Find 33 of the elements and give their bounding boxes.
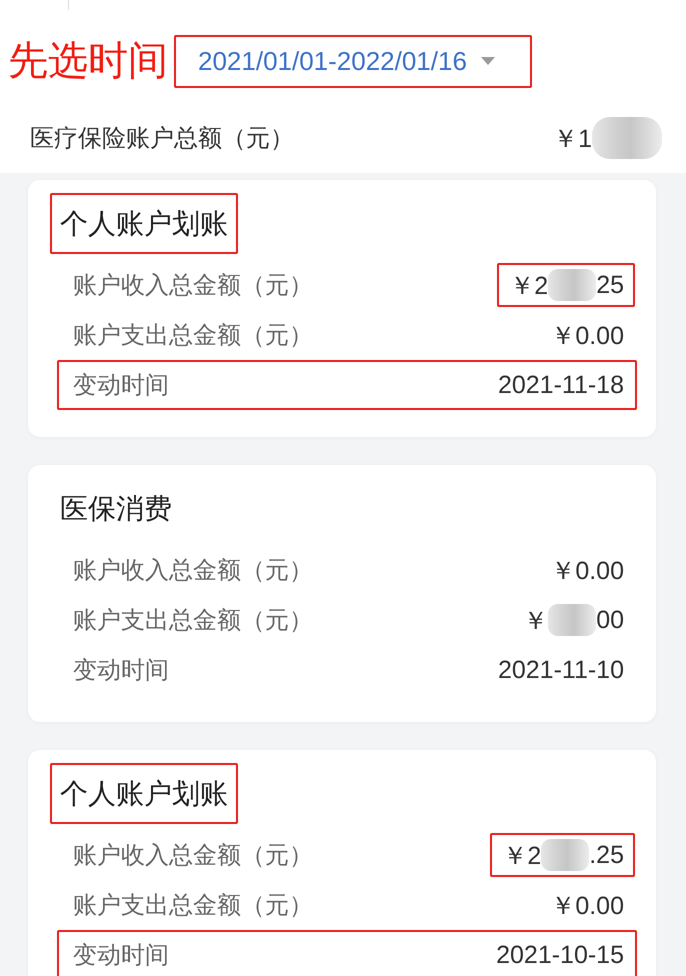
value-text: ￥0.00: [550, 890, 624, 922]
redaction-blur: [548, 604, 596, 636]
card-title: 个人账户划账: [60, 206, 228, 240]
value-text: 00: [596, 606, 624, 634]
balance-label: 医疗保险账户总额（元）: [30, 124, 294, 154]
value-text: .25: [589, 840, 624, 870]
row-label: 账户收入总金额（元）: [73, 841, 313, 871]
value-text: ￥0.00: [550, 556, 624, 586]
caret-icon: [480, 57, 495, 65]
redaction-blur: [548, 269, 596, 301]
row-label: 变动时间: [73, 656, 169, 686]
value-text: ￥2: [509, 270, 548, 302]
row-label: 账户支出总金额（元）: [73, 606, 313, 636]
card-title: 个人账户划账: [60, 776, 228, 810]
row-label: 账户收入总金额（元）: [73, 556, 313, 586]
value-text: 25: [596, 270, 624, 300]
value-text: 2021-11-18: [498, 370, 624, 400]
redaction-blur: [592, 117, 662, 159]
row-label: 变动时间: [73, 941, 169, 971]
row-label: 账户支出总金额（元）: [73, 321, 313, 351]
row-label: 账户支出总金额（元）: [73, 891, 313, 921]
value-text: ￥: [523, 606, 548, 636]
value-text: ￥1: [553, 124, 592, 154]
value-text: ￥2: [502, 840, 542, 872]
annotation-text: 先选时间: [8, 41, 168, 81]
date-range-dropdown[interactable]: 2021/01/01-2022/01/16: [176, 36, 530, 86]
row-label: 变动时间: [73, 371, 169, 401]
value-text: 2021-11-10: [498, 656, 624, 684]
card-title: 医保消费: [60, 492, 172, 526]
value-text: 2021-10-15: [496, 940, 624, 970]
redaction-blur: [541, 839, 590, 871]
row-label: 账户收入总金额（元）: [73, 271, 313, 301]
value-text: ￥0.00: [550, 320, 624, 352]
